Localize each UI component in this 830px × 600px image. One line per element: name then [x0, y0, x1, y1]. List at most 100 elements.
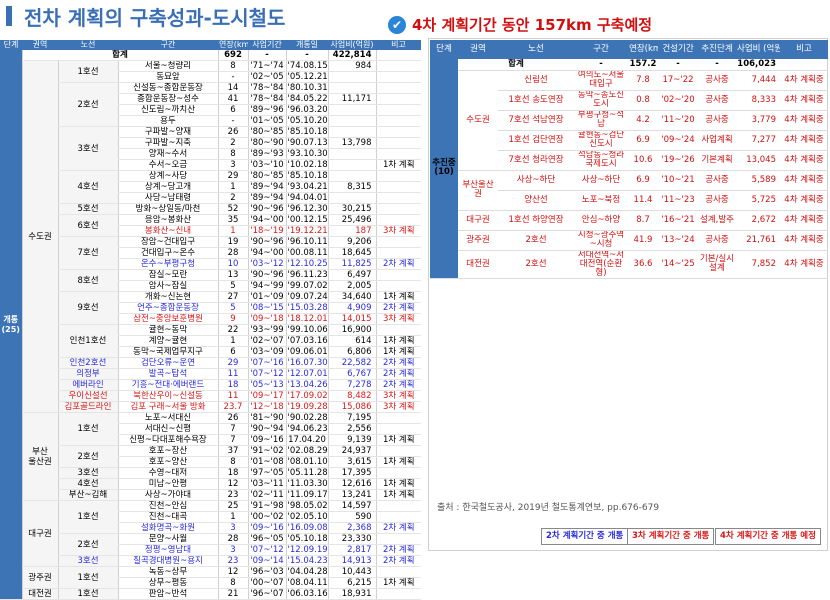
line-cell: 신림선	[498, 70, 574, 91]
period-cell: '00~'02	[247, 511, 286, 523]
period-cell: '93~'99	[247, 324, 286, 336]
period-cell: '01~'05	[247, 115, 286, 127]
total-length: 692	[217, 50, 248, 61]
length-cell: 26	[217, 126, 248, 138]
table-row: 2호선 호포~장산 37'91~'02'02.08.29 24,937	[0, 445, 421, 468]
section-cell: 건대입구~온수	[117, 247, 218, 259]
table-row: 8호선 잠실~모란 13'90~'96'96.11.23 6,497	[0, 269, 421, 292]
period-cell: '89~'94	[247, 181, 286, 193]
period-cell: '89~'96	[247, 104, 286, 116]
length-cell: 22	[217, 324, 248, 336]
period-cell: '94~'99	[247, 280, 286, 292]
cost-cell: 6,767	[327, 368, 376, 380]
category-cell: 개통 (25)	[0, 50, 22, 600]
table-row: 부산울산권 사상~하단 사상~하단 6.9'10~'21 공사중 5,589 4차 계획중	[430, 170, 828, 211]
right-header-cell: 비고	[780, 40, 828, 59]
note-cell	[375, 60, 421, 72]
length-cell: 25	[217, 500, 248, 512]
length-cell: -	[217, 71, 248, 83]
section-cell: 귤현~동막	[117, 324, 218, 336]
length-cell: 8	[217, 456, 248, 468]
line-cell: 2호선	[57, 533, 118, 556]
legend-3rd-plan: 3차 계획기간 중 개통	[627, 528, 715, 545]
right-header-cell: 건설기간	[658, 40, 698, 59]
cost-cell: 2,556	[327, 423, 376, 435]
note-cell: 2차 계획	[375, 379, 421, 391]
note-cell	[375, 423, 421, 435]
open-date-cell: '05.10.20	[285, 115, 328, 127]
line-cell: 1호선 하양연장	[498, 210, 574, 231]
left-header-cell: 사업기간	[248, 40, 286, 50]
open-date-cell: '05.10.18	[285, 533, 328, 545]
cost-cell	[327, 159, 376, 171]
note-cell: 4차 계획중	[780, 110, 828, 131]
line-cell: 에버라인	[57, 379, 118, 391]
open-date-cell: '74.08.15	[285, 60, 328, 72]
line-cell: 7호선	[57, 236, 118, 270]
line-cell: 3호선	[57, 555, 118, 567]
period-cell: '71~'74	[247, 60, 286, 72]
section-cell: 발곡~탑석	[117, 368, 218, 380]
cost-cell: 9,139	[327, 434, 376, 446]
note-cell: 1차 계획	[375, 456, 421, 468]
length-cell: 23.7	[217, 401, 248, 413]
table-row: 의정부 발곡~탑석 11'07~'12'12.07.01 6,767 2차 계획	[0, 368, 421, 380]
cost-cell: 590	[327, 511, 376, 523]
region-cell: 부산울산권	[458, 170, 498, 211]
stage-cell: 공사중	[698, 170, 736, 191]
note-cell	[375, 214, 421, 226]
line-cell: 인천1호선	[57, 324, 118, 358]
section-cell: 사당~남태령	[117, 192, 218, 204]
section-cell: 온수~부평구청	[117, 258, 218, 270]
open-date-cell: '11.03.30	[285, 478, 328, 490]
note-cell: 2차 계획	[375, 522, 421, 534]
stage-cell: 사업계획	[698, 130, 736, 151]
section-cell: 검단오류~운연	[117, 357, 218, 369]
line-cell: 1호선	[57, 500, 118, 534]
line-cell: 양산선	[498, 190, 574, 211]
note-cell: 4차 계획중	[780, 90, 828, 111]
note-cell	[375, 500, 421, 512]
open-date-cell: '16.07.30	[285, 357, 328, 369]
cost-cell: 984	[327, 60, 376, 72]
note-cell	[375, 148, 421, 160]
line-cell: 의정부	[57, 368, 118, 380]
left-header-cell: 구간	[118, 40, 218, 50]
period-cell: '19~'26	[658, 150, 698, 171]
right-header-cell: 권역	[458, 40, 498, 59]
period-cell: '16~'21	[658, 210, 698, 231]
section-cell: 호포~양산	[117, 456, 218, 468]
line-cell: 부산~김해	[57, 489, 118, 501]
line-cell: 5호선	[57, 203, 118, 215]
region-cell: 광주권	[458, 230, 498, 251]
cost-cell: 8,482	[327, 390, 376, 402]
section-cell: 서울~청량리	[117, 60, 218, 72]
section-cell: 서대전역~서대전역(순환형)	[574, 250, 628, 279]
length-cell: 7.8	[628, 70, 658, 91]
total-cost: 422,814	[327, 50, 376, 61]
table-row: 우이신설선 북한산우이~신설동 11'09~'17'17.09.02 8,482 3차 …	[0, 390, 421, 402]
cost-cell	[327, 71, 376, 83]
region-cell: 부산 울산권	[21, 412, 58, 501]
length-cell: 1	[217, 181, 248, 193]
cost-cell: 2,005	[327, 280, 376, 292]
right-header-row: 단계 권역 노선 구간 연장(km) 건설기간 추진단계 사업비 (억원) 비고	[430, 40, 828, 59]
right-header-cell: 노선	[498, 40, 574, 59]
open-date-cell: '04.04.28	[285, 566, 328, 578]
cost-cell: 30,215	[327, 203, 376, 215]
open-date-cell: '15.04.23	[285, 555, 328, 567]
open-date-cell: '08.01.10	[285, 456, 328, 468]
right-header-cell: 사업비 (억원)	[736, 40, 780, 59]
total-open: -	[285, 50, 328, 61]
cost-cell: 14,597	[327, 500, 376, 512]
note-cell: 1차 계획	[375, 159, 421, 171]
section-cell: 칠곡경대병원~용지	[117, 555, 218, 567]
section-cell: 진천~안심	[117, 500, 218, 512]
table-row: 4호선 미남~안평 12'03~'11'11.03.30 12,616 1차 계획	[0, 478, 421, 490]
length-cell: 28	[217, 247, 248, 259]
line-cell: 사상~하단	[498, 170, 574, 191]
title-bar-icon	[6, 6, 12, 26]
note-cell	[375, 588, 421, 600]
open-date-cell: '90.07.13	[285, 137, 328, 149]
total-label: 합계	[21, 50, 218, 61]
